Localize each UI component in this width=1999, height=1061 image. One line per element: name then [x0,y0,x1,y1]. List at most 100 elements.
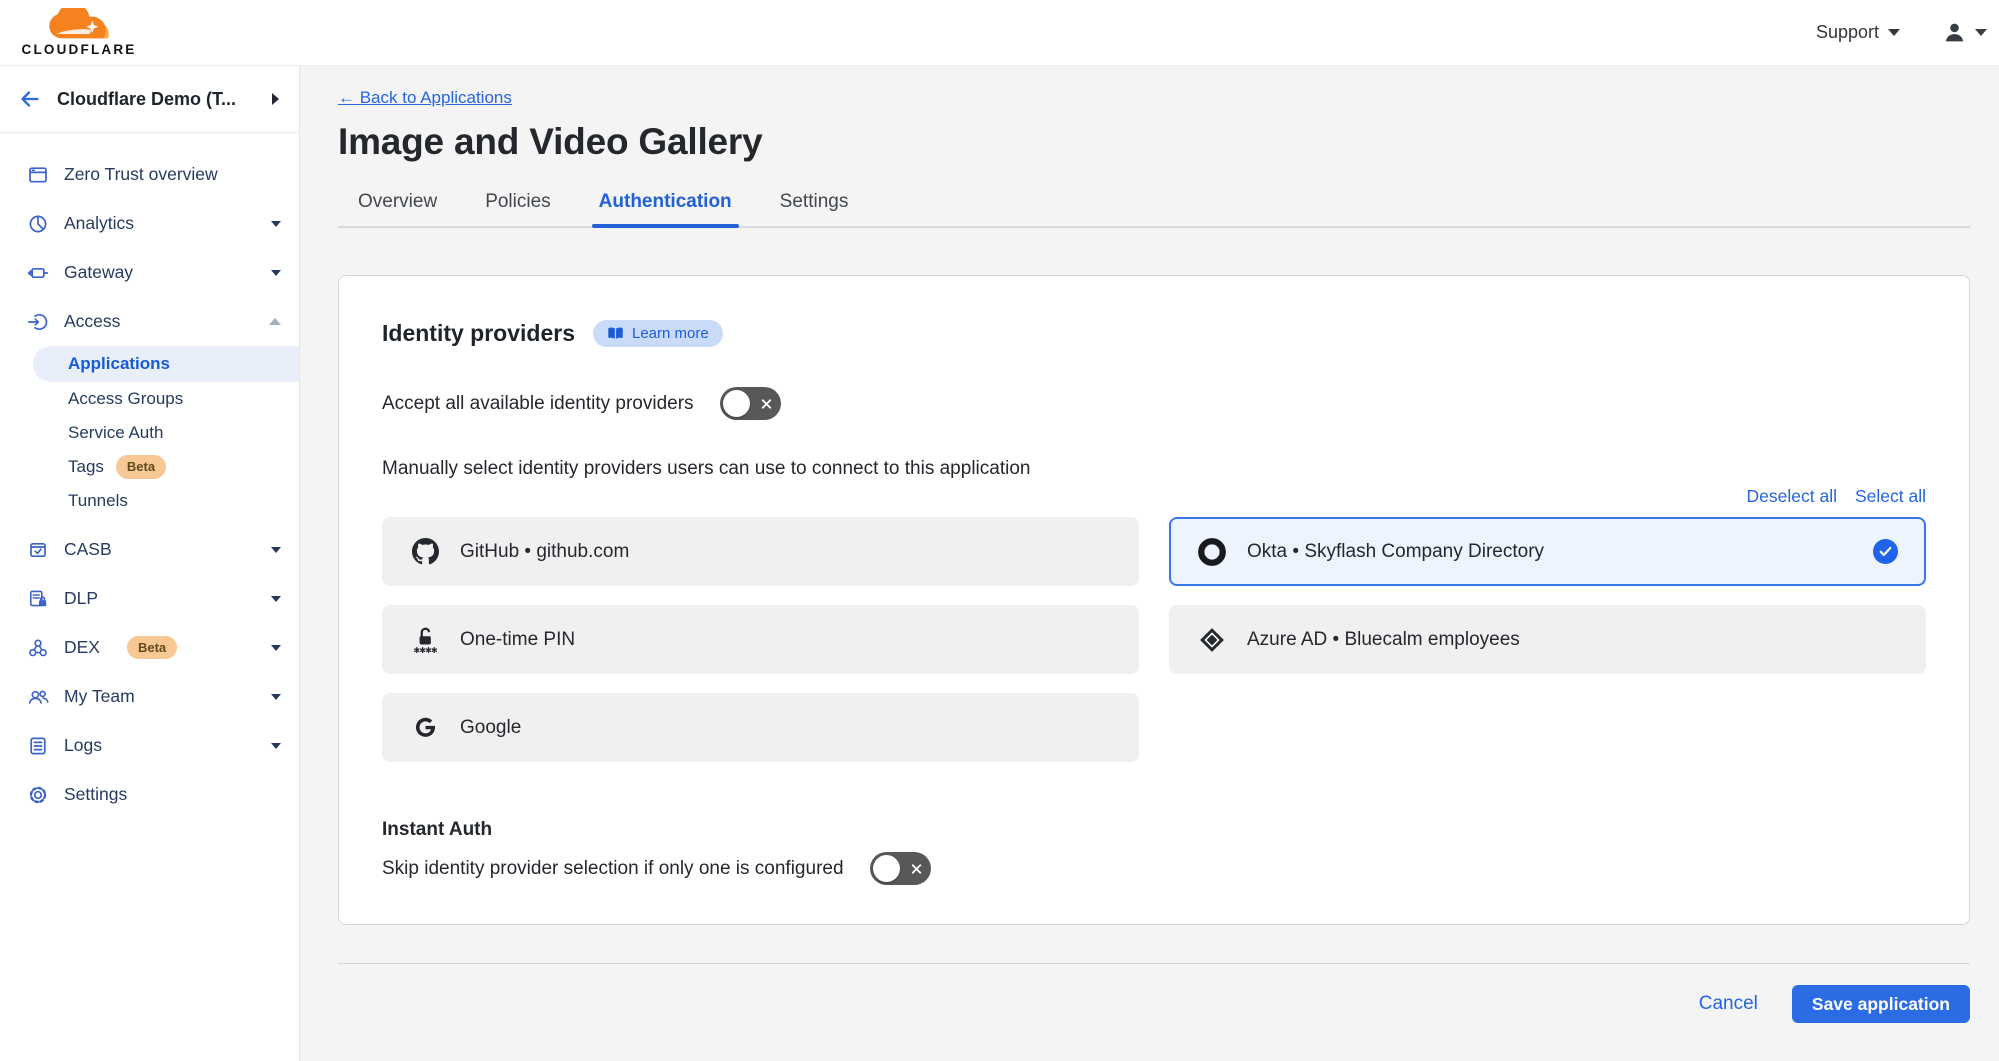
shell: Cloudflare Demo (T... Zero Trust overvie… [0,66,1999,1061]
account-name[interactable]: Cloudflare Demo (T... [57,89,257,110]
select-all-link[interactable]: Select all [1855,486,1926,507]
sidebar-item-label: CASB [64,539,256,560]
support-menu[interactable]: Support [1816,22,1900,43]
idp-tile-azure-ad[interactable]: Azure AD • Bluecalm employees [1169,605,1926,674]
identity-providers-card: Identity providers Learn more Accept all… [338,275,1970,925]
select-links: Deselect all Select all [382,486,1926,507]
support-label: Support [1816,22,1879,43]
sidebar-item-label: Logs [64,735,256,756]
save-application-button[interactable]: Save application [1792,985,1970,1023]
chevron-down-icon[interactable] [271,645,281,651]
sidebar-subitem-label: Access Groups [68,389,183,409]
one-time-pin-icon [410,624,440,656]
idp-tile-okta[interactable]: Okta • Skyflash Company Directory [1169,517,1926,586]
sidebar-item-tags[interactable]: Tags Beta [0,450,299,484]
footer-actions: Cancel Save application [338,985,1970,1023]
sidebar-item-dex[interactable]: DEX Beta [0,623,299,672]
back-to-applications-link[interactable]: ← Back to Applications [338,88,512,108]
topbar: CLOUDFLARE Support [0,0,1999,66]
people-icon [27,686,49,708]
sidebar-item-settings[interactable]: Settings [0,770,299,819]
cancel-button[interactable]: Cancel [1699,993,1758,1015]
idp-tile-label: Google [460,717,1111,739]
skip-selection-toggle[interactable] [870,852,931,885]
chevron-right-icon[interactable] [272,93,279,105]
sidebar-subitem-label: Applications [68,354,170,374]
cloudflare-logo[interactable]: CLOUDFLARE [14,8,144,57]
idp-tile-one-time-pin[interactable]: One-time PIN [382,605,1139,674]
sidebar-item-label: Access [64,311,254,332]
chevron-down-icon [1975,29,1987,36]
instant-auth-title: Instant Auth [382,819,1926,841]
access-submenu: Applications Access Groups Service Auth … [0,346,299,518]
chevron-down-icon[interactable] [271,596,281,602]
sidebar-item-access-groups[interactable]: Access Groups [0,382,299,416]
skip-selection-row: Skip identity provider selection if only… [382,852,1926,885]
book-icon [607,326,624,341]
github-icon [410,536,440,568]
log-list-icon [27,735,49,757]
sidebar-item-analytics[interactable]: Analytics [0,199,299,248]
beta-badge: Beta [127,636,177,660]
page-title: Image and Video Gallery [338,121,1970,163]
learn-more-badge[interactable]: Learn more [593,320,723,347]
sidebar-item-access[interactable]: Access [0,297,299,346]
deselect-all-link[interactable]: Deselect all [1747,486,1837,507]
tab-authentication[interactable]: Authentication [597,185,734,226]
topbar-right: Support [1816,20,1987,45]
sidebar-item-logs[interactable]: Logs [0,721,299,770]
idp-tile-google[interactable]: Google [382,693,1139,762]
gear-icon [27,784,49,806]
user-avatar-icon [1942,20,1967,45]
sidebar-item-casb[interactable]: CASB [0,525,299,574]
sidebar-subitem-label: Service Auth [68,423,163,443]
accept-all-toggle[interactable] [720,387,781,420]
cloudflare-cloud-icon [31,8,127,44]
idp-tile-label: Azure AD • Bluecalm employees [1247,629,1898,651]
tab-bar: Overview Policies Authentication Setting… [338,185,1970,228]
sidebar-item-label: Settings [64,784,281,805]
chevron-down-icon[interactable] [271,743,281,749]
chevron-down-icon[interactable] [271,221,281,227]
pie-chart-icon [27,213,49,235]
google-icon [410,712,440,744]
accept-all-label: Accept all available identity providers [382,393,694,415]
toggle-knob [723,390,750,417]
sidebar-item-dlp[interactable]: DLP [0,574,299,623]
chevron-up-icon[interactable] [269,318,281,325]
user-menu[interactable] [1942,20,1987,45]
tab-settings[interactable]: Settings [778,185,851,226]
x-icon [911,863,922,874]
sidebar-item-service-auth[interactable]: Service Auth [0,416,299,450]
idp-tile-github[interactable]: GitHub • github.com [382,517,1139,586]
x-icon [761,398,772,409]
footer-divider [338,963,1970,964]
chevron-down-icon[interactable] [271,547,281,553]
beta-badge: Beta [116,455,166,479]
card-title: Identity providers [382,320,575,347]
azure-ad-icon [1197,624,1227,656]
tab-overview[interactable]: Overview [356,185,439,226]
sidebar-header: Cloudflare Demo (T... [0,66,299,133]
sidebar-subitem-label: Tags [68,457,104,477]
sidebar-item-label: My Team [64,686,256,707]
chevron-down-icon [1888,29,1900,36]
selected-check-icon [1873,539,1898,564]
sidebar-item-label: DLP [64,588,256,609]
sidebar-item-label: DEX [64,637,100,658]
sidebar-item-tunnels[interactable]: Tunnels [0,484,299,518]
content: ← Back to Applications Image and Video G… [338,66,1970,1023]
tab-policies[interactable]: Policies [483,185,552,226]
sidebar-item-applications[interactable]: Applications [33,346,299,382]
sidebar-item-gateway[interactable]: Gateway [0,248,299,297]
skip-selection-label: Skip identity provider selection if only… [382,858,844,880]
sidebar-item-zero-trust-overview[interactable]: Zero Trust overview [0,150,299,199]
back-arrow-icon[interactable] [18,87,42,111]
chevron-down-icon[interactable] [271,270,281,276]
sidebar-item-label: Analytics [64,213,256,234]
app-window: CLOUDFLARE Support Cloudflare Demo (T... [0,0,1999,1061]
okta-icon [1197,536,1227,568]
login-arrow-icon [27,311,49,333]
chevron-down-icon[interactable] [271,694,281,700]
sidebar-item-my-team[interactable]: My Team [0,672,299,721]
